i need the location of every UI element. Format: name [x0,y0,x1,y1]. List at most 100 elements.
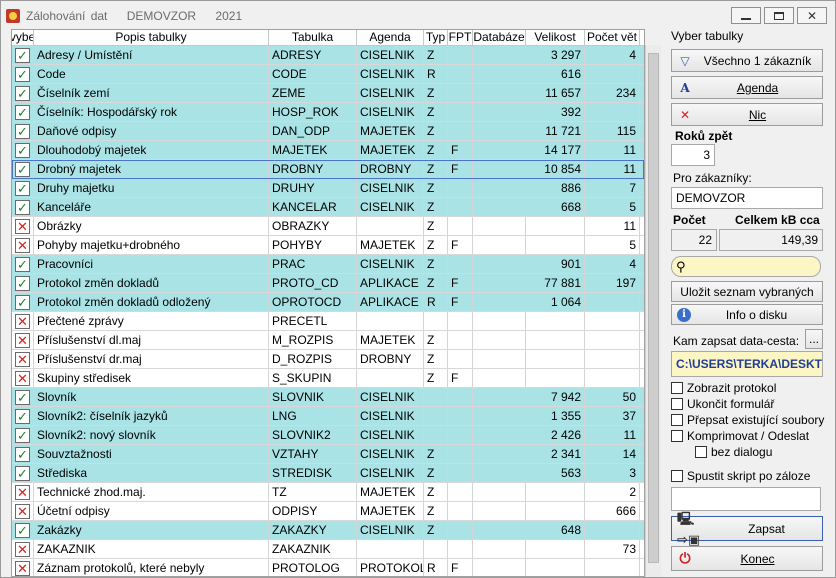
maximize-button[interactable] [764,7,794,24]
row-select-cell[interactable]: ✓ [12,388,34,406]
row-select-cell[interactable]: ✓ [12,445,34,463]
disk-info-button[interactable]: i Info o disku [671,304,823,325]
checked-icon[interactable]: ✓ [15,294,30,310]
unchecked-cross-icon[interactable]: ✕ [15,541,30,557]
checked-icon[interactable]: ✓ [15,408,30,424]
unchecked-cross-icon[interactable]: ✕ [15,313,30,329]
table-row[interactable]: ✓ Číselník zemí ZEME CISELNIK Z 11 657 234 [12,84,644,103]
select-agenda-button[interactable]: A Agenda [671,76,823,99]
table-row[interactable]: ✕ Příslušenství dl.maj M_ROZPIS MAJETEK Z [12,331,644,350]
checked-icon[interactable]: ✓ [15,465,30,481]
unchecked-cross-icon[interactable]: ✕ [15,351,30,367]
row-select-cell[interactable]: ✕ [12,312,34,330]
header-table[interactable]: Tabulka [269,30,357,45]
row-select-cell[interactable]: ✓ [12,255,34,273]
minimize-button[interactable] [731,7,761,24]
close-form-checkbox[interactable]: Ukončit formulář [671,397,774,411]
table-row[interactable]: ✕ Technické zhod.maj. TZ MAJETEK Z 2 [12,483,644,502]
row-select-cell[interactable]: ✓ [12,198,34,216]
table-row[interactable]: ✕ Příslušenství dr.maj D_ROZPIS DROBNY Z [12,350,644,369]
row-select-cell[interactable]: ✓ [12,46,34,64]
header-agenda[interactable]: Agenda [357,30,424,45]
table-row[interactable]: ✕ Obrázky OBRAZKY Z 11 [12,217,644,236]
checked-icon[interactable]: ✓ [15,104,30,120]
show-protocol-checkbox[interactable]: Zobrazit protokol [671,381,776,395]
row-select-cell[interactable]: ✓ [12,521,34,539]
search-input[interactable]: ⚲ [671,256,821,277]
unchecked-cross-icon[interactable]: ✕ [15,237,30,253]
table-row[interactable]: ✓ Slovník SLOVNIK CISELNIK 7 942 50 [12,388,644,407]
table-row[interactable]: ✕ Účetní odpisy ODPISY MAJETEK Z 666 [12,502,644,521]
row-select-cell[interactable]: ✓ [12,141,34,159]
checked-icon[interactable]: ✓ [15,180,30,196]
no-dialog-checkbox[interactable]: bez dialogu [695,445,772,459]
unchecked-cross-icon[interactable]: ✕ [15,503,30,519]
unchecked-cross-icon[interactable]: ✕ [15,560,30,576]
row-select-cell[interactable]: ✓ [12,122,34,140]
table-row[interactable]: ✓ Souvztažnosti VZTAHY CISELNIK Z 2 341 14 [12,445,644,464]
row-select-cell[interactable]: ✓ [12,464,34,482]
write-button[interactable]: 🖳⇨▣ Zapsat [671,511,823,547]
table-row[interactable]: ✓ Protokol změn dokladů PROTO_CD APLIKACE Z F… [12,274,644,293]
checked-icon[interactable]: ✓ [15,123,30,139]
checked-icon[interactable]: ✓ [15,47,30,63]
table-row[interactable]: ✓ Adresy / Umístění ADRESY CISELNIK Z 3 297 4 [12,46,644,65]
table-row[interactable]: ✕ Záznam protokolů, které nebyly PROTOLOG P… [12,559,644,576]
script-input[interactable] [671,487,821,511]
row-select-cell[interactable]: ✓ [12,274,34,292]
header-type[interactable]: Typ [424,30,448,45]
table-row[interactable]: ✓ Střediska STREDISK CISELNIK Z 563 3 [12,464,644,483]
table-row[interactable]: ✓ Code CODE CISELNIK R 616 [12,65,644,84]
table-row[interactable]: ✓ Daňové odpisy DAN_ODP MAJETEK Z 11 721 115 [12,122,644,141]
header-description[interactable]: Popis tabulky [34,30,269,45]
table-row[interactable]: ✓ Pracovníci PRAC CISELNIK Z 901 4 [12,255,644,274]
customers-input[interactable]: DEMOVZOR [671,187,823,209]
unchecked-cross-icon[interactable]: ✕ [15,484,30,500]
run-script-checkbox[interactable]: Spustit skript po záloze [671,469,810,483]
header-database[interactable]: Databáze [473,30,526,45]
checked-icon[interactable]: ✓ [15,85,30,101]
row-select-cell[interactable]: ✓ [12,426,34,444]
row-select-cell[interactable]: ✓ [12,84,34,102]
row-select-cell[interactable]: ✕ [12,331,34,349]
target-path-input[interactable]: C:\USERS\TERKA\DESKTO [671,351,823,377]
table-row[interactable]: ✓ Dlouhodobý majetek MAJETEK MAJETEK Z F 14 17… [12,141,644,160]
scrollbar-thumb[interactable] [648,53,659,563]
unchecked-cross-icon[interactable]: ✕ [15,332,30,348]
table-row[interactable]: ✕ Přečtené zprávy PRECETL [12,312,644,331]
save-selection-button[interactable]: Uložit seznam vybraných [671,281,823,302]
select-all-button[interactable]: ▽ Všechno 1 zákazník [671,49,823,72]
row-select-cell[interactable]: ✕ [12,236,34,254]
checked-icon[interactable]: ✓ [15,389,30,405]
row-select-cell[interactable]: ✕ [12,369,34,387]
checked-icon[interactable]: ✓ [15,199,30,215]
checked-icon[interactable]: ✓ [15,256,30,272]
checked-icon[interactable]: ✓ [15,161,30,177]
table-row[interactable]: ✕ Skupiny středisek S_SKUPIN Z F [12,369,644,388]
overwrite-files-checkbox[interactable]: Přepsat existující soubory [671,413,824,427]
checked-icon[interactable]: ✓ [15,142,30,158]
checked-icon[interactable]: ✓ [15,275,30,291]
checked-icon[interactable]: ✓ [15,66,30,82]
table-row[interactable]: ✓ Druhy majetku DRUHY CISELNIK Z 886 7 [12,179,644,198]
row-select-cell[interactable]: ✕ [12,540,34,558]
table-row[interactable]: ✓ Slovník2: nový slovník SLOVNIK2 CISELNIK 2… [12,426,644,445]
row-select-cell[interactable]: ✕ [12,559,34,576]
table-row[interactable]: ✓ Protokol změn dokladů odložený OPROTOCD A… [12,293,644,312]
row-select-cell[interactable]: ✕ [12,350,34,368]
years-back-input[interactable]: 3 [671,144,715,166]
row-select-cell[interactable]: ✓ [12,103,34,121]
tables-grid[interactable]: vybe Popis tabulky Tabulka Agenda Typ FP… [11,29,645,577]
row-select-cell[interactable]: ✓ [12,407,34,425]
row-select-cell[interactable]: ✓ [12,65,34,83]
header-size[interactable]: Velikost [526,30,585,45]
table-row[interactable]: ✓ Drobný majetek DROBNY DROBNY Z F 10 854 11 [12,160,644,179]
row-select-cell[interactable]: ✕ [12,502,34,520]
table-row[interactable]: ✓ Kanceláře KANCELAR CISELNIK Z 668 5 [12,198,644,217]
browse-path-button[interactable]: ... [805,329,823,349]
table-row[interactable]: ✓ Zakázky ZAKAZKY CISELNIK Z 648 [12,521,644,540]
select-none-button[interactable]: ✕ Nic [671,103,823,126]
compress-send-checkbox[interactable]: Komprimovat / Odeslat [671,429,809,443]
table-row[interactable]: ✓ Číselník: Hospodářský rok HOSP_ROK CISELN… [12,103,644,122]
row-select-cell[interactable]: ✓ [12,293,34,311]
